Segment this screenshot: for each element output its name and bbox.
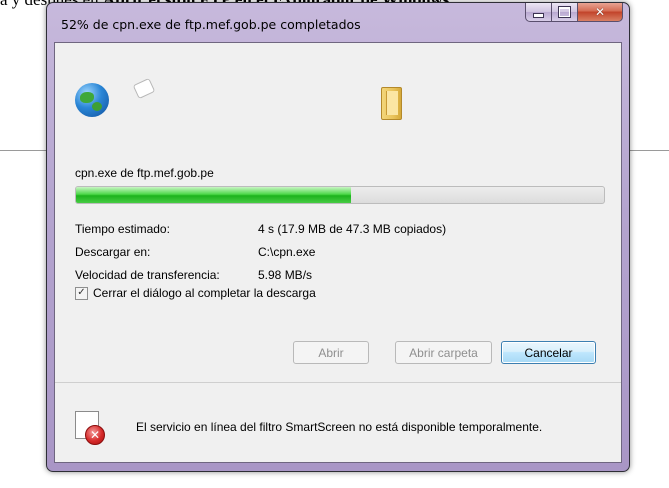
cancel-button[interactable]: Cancelar [501, 341, 596, 364]
info-row-time: Tiempo estimado: 4 s (17.9 MB de 47.3 MB… [75, 222, 446, 236]
dialog-body: cpn.exe de ftp.mef.gob.pe Tiempo estimad… [54, 42, 622, 463]
info-value: C:\cpn.exe [258, 245, 316, 259]
close-button[interactable]: ✕ [578, 3, 623, 22]
download-file-label: cpn.exe de ftp.mef.gob.pe [75, 166, 214, 180]
smartscreen-error-icon: ✕ [75, 411, 105, 445]
document-flying-icon [132, 77, 156, 100]
error-icon: ✕ [85, 425, 105, 445]
info-value: 4 s (17.9 MB de 47.3 MB copiados) [258, 222, 447, 236]
smartscreen-message: El servicio en línea del filtro SmartScr… [136, 420, 543, 434]
download-progress-bar [75, 186, 605, 204]
info-label: Tiempo estimado: [75, 222, 170, 236]
minimize-button[interactable] [525, 3, 552, 22]
background-rule-left [0, 150, 46, 151]
close-icon: ✕ [594, 5, 606, 19]
close-on-complete-label: Cerrar el diálogo al completar la descar… [93, 286, 316, 300]
info-row-destination: Descargar en: C:\cpn.exe [75, 245, 315, 259]
download-dialog: 52% de cpn.exe de ftp.mef.gob.pe complet… [46, 2, 630, 472]
open-folder-button[interactable]: Abrir carpeta [395, 341, 492, 364]
transfer-animation [55, 43, 621, 143]
minimize-icon [533, 13, 544, 18]
info-value: 5.98 MB/s [258, 268, 313, 282]
maximize-button [552, 3, 578, 22]
globe-icon [75, 83, 109, 117]
info-label: Velocidad de transferencia: [75, 268, 220, 282]
info-label: Descargar en: [75, 245, 151, 259]
close-on-complete-checkbox[interactable]: ✓ [75, 286, 88, 300]
maximize-icon [558, 6, 571, 18]
info-row-speed: Velocidad de transferencia: 5.98 MB/s [75, 268, 312, 282]
footer-divider [55, 382, 621, 383]
folder-icon [381, 87, 402, 120]
progress-fill [76, 187, 351, 203]
open-button[interactable]: Abrir [293, 341, 369, 364]
background-rule-right [628, 150, 669, 151]
caption-buttons: ✕ [525, 3, 623, 23]
close-on-complete-option[interactable]: ✓ Cerrar el diálogo al completar la desc… [75, 286, 316, 300]
title-bar[interactable]: 52% de cpn.exe de ftp.mef.gob.pe complet… [47, 3, 629, 37]
checkmark-icon: ✓ [77, 287, 86, 298]
window-title: 52% de cpn.exe de ftp.mef.gob.pe complet… [61, 17, 361, 32]
